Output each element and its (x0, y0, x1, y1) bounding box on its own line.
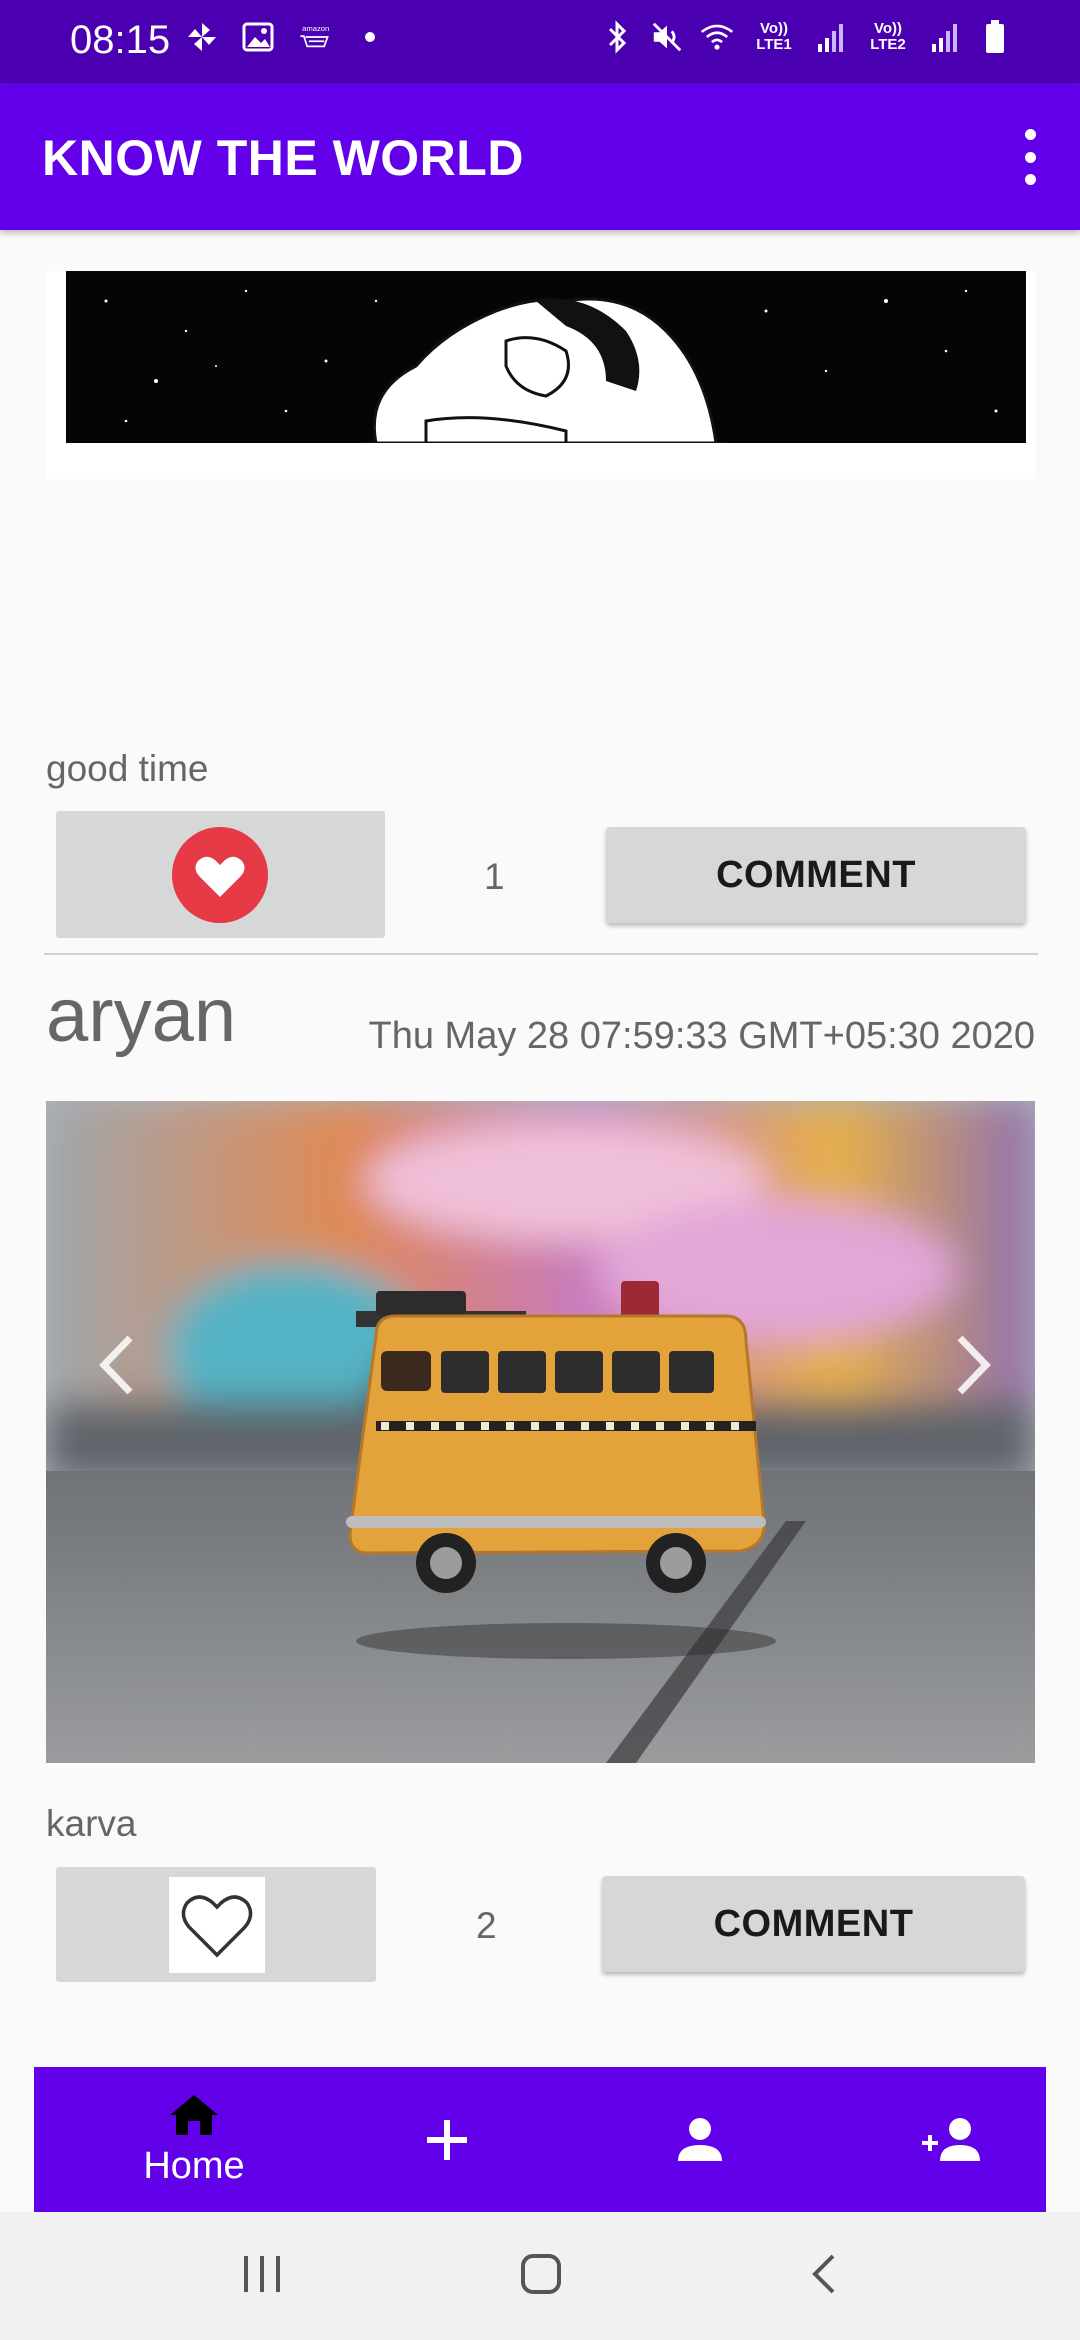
person-icon (678, 2117, 722, 2161)
status-left-icons: amazon (185, 20, 387, 54)
add-icon (427, 2119, 467, 2160)
gallery-icon (241, 20, 275, 54)
app-title: KNOW THE WORLD (42, 130, 524, 186)
back-icon[interactable] (805, 2252, 845, 2301)
like-count: 2 (476, 1905, 497, 1946)
status-time: 08:15 (70, 18, 171, 62)
like-count: 1 (484, 856, 505, 897)
like-button[interactable] (56, 811, 385, 938)
lte2-signal: Vo)) LTE2 (870, 20, 906, 53)
bluetooth-icon (600, 20, 634, 54)
night-sky-background (66, 271, 1026, 445)
comment-button[interactable]: COMMENT (602, 1876, 1025, 1972)
nav-item-add[interactable] (327, 2067, 567, 2212)
like-button[interactable] (56, 1867, 376, 1982)
comment-button[interactable]: COMMENT (606, 827, 1026, 923)
status-right-icons: Vo)) LTE1 Vo)) LTE2 (600, 20, 1012, 54)
svg-text:amazon: amazon (302, 24, 329, 33)
nav-label-home: Home (143, 2145, 245, 2187)
more-vert-icon[interactable] (1004, 129, 1056, 185)
mute-icon (650, 20, 684, 54)
person-add-icon (922, 2117, 980, 2161)
post-caption: good time (46, 748, 209, 789)
post-caption: karva (46, 1803, 137, 1844)
app-bar: KNOW THE WORLD (0, 83, 1080, 230)
post-author: aryan (46, 973, 237, 1058)
dot-icon (353, 20, 387, 54)
nav-item-home[interactable]: Home (74, 2067, 314, 2212)
heart-outline-icon (169, 1877, 265, 1973)
pinwheel-icon (185, 20, 219, 54)
post-photo-carousel[interactable] (46, 1101, 1035, 1763)
bottom-navigation: Home (34, 2067, 1046, 2212)
carousel-next-icon[interactable] (940, 1330, 1000, 1400)
status-bar: 08:15 amazon Vo)) LTE1 Vo)) LTE2 (0, 0, 1080, 83)
post-date: Thu May 28 07:59:33 GMT+05:30 2020 (368, 1015, 1035, 1057)
lte1-signal: Vo)) LTE1 (756, 20, 792, 53)
home-button-icon[interactable] (519, 2252, 563, 2301)
post-image-illustration (46, 271, 1036, 479)
signal2-icon (928, 20, 962, 54)
wifi-icon (700, 20, 734, 54)
amazon-icon: amazon (297, 20, 331, 54)
heart-filled-icon (172, 827, 268, 923)
system-navigation-bar (0, 2212, 1080, 2340)
carousel-prev-icon[interactable] (90, 1330, 150, 1400)
nav-item-profile[interactable] (580, 2067, 820, 2212)
battery-icon (978, 20, 1012, 54)
nav-item-add-friend[interactable] (833, 2067, 1073, 2212)
post-divider (44, 953, 1038, 955)
recents-icon[interactable] (240, 2252, 284, 2301)
home-icon (170, 2095, 218, 2135)
signal1-icon (814, 20, 848, 54)
